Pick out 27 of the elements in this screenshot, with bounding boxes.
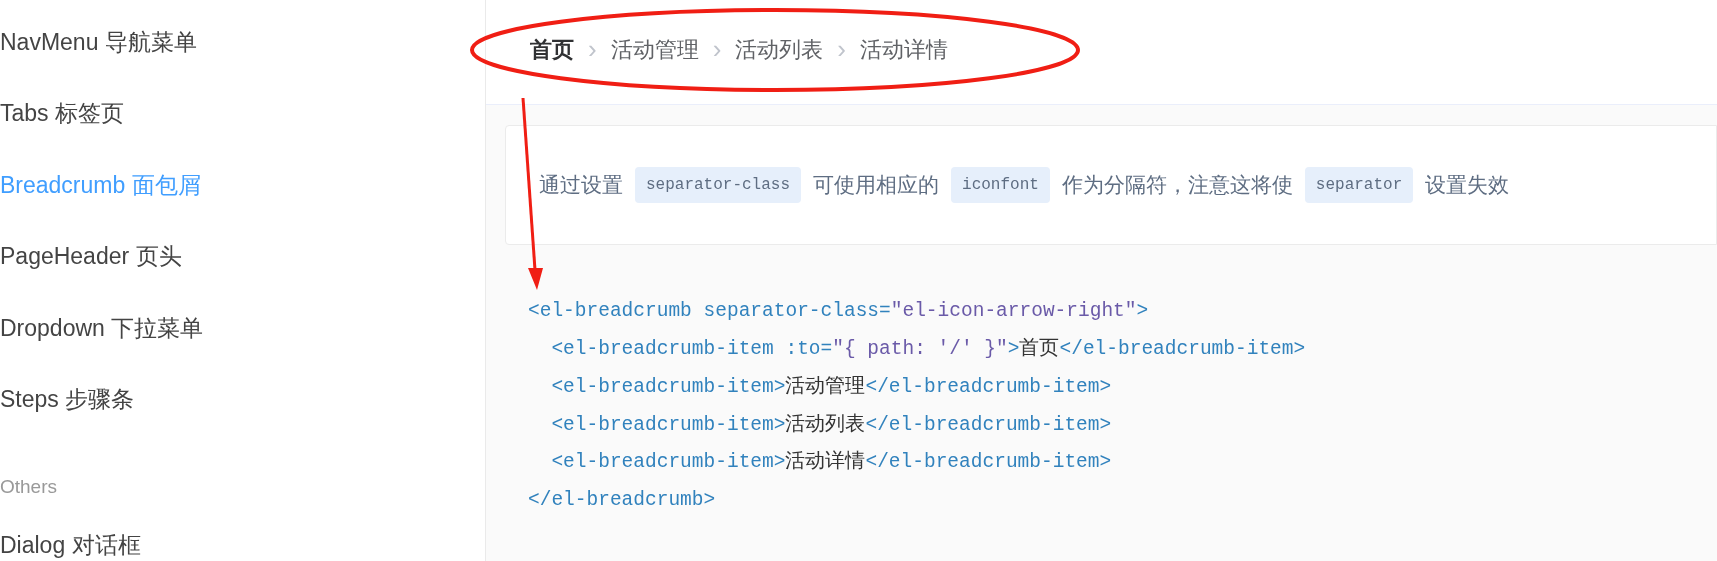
breadcrumb-item[interactable]: 首页	[530, 32, 574, 66]
separator-icon: ›	[588, 29, 597, 69]
code-tag: separator	[1304, 167, 1414, 203]
code-line: </el-breadcrumb>	[528, 488, 717, 514]
code-line: <el-breadcrumb-item>活动详情</el-breadcrumb-item>	[550, 449, 1113, 476]
breadcrumb-item[interactable]: 活动列表	[735, 32, 824, 66]
tip-text: 设置失效	[1425, 171, 1510, 198]
tip-text: 通过设置	[539, 171, 623, 198]
code-line: <el-breadcrumb separator-class="el-icon-arrow-right">	[528, 299, 1150, 325]
code-line: <el-breadcrumb-item>活动管理</el-breadcrumb-item>	[550, 374, 1113, 400]
sidebar-item[interactable]: Steps 步骤条	[0, 382, 135, 417]
breadcrumb-item[interactable]: 活动管理	[610, 32, 699, 66]
sidebar-item[interactable]: Tabs 标签页	[0, 96, 124, 131]
code-tag: iconfont	[951, 167, 1050, 203]
code-line: <el-breadcrumb-item>活动列表</el-breadcrumb-item>	[550, 412, 1113, 438]
sidebar-item[interactable]: PageHeader 页头	[0, 239, 182, 274]
code-tag: separator-class	[635, 167, 802, 203]
separator-icon: ›	[837, 29, 846, 69]
sidebar-item[interactable]: Dialog 对话框	[0, 527, 141, 561]
sidebar-item[interactable]: NavMenu 导航菜单	[0, 24, 197, 59]
breadcrumb-item[interactable]: 活动详情	[860, 32, 948, 66]
code-line: <el-breadcrumb-item :to="{ path: '/' }">首页</el-breadcrumb-item>	[550, 337, 1307, 363]
sidebar-item[interactable]: Dropdown 下拉菜单	[0, 310, 204, 345]
tip-text: 可使用相应的	[813, 171, 940, 198]
tip-text: 作为分隔符，注意这将使	[1061, 171, 1293, 198]
group-label: Others	[0, 474, 58, 499]
separator-icon: ›	[712, 29, 722, 69]
